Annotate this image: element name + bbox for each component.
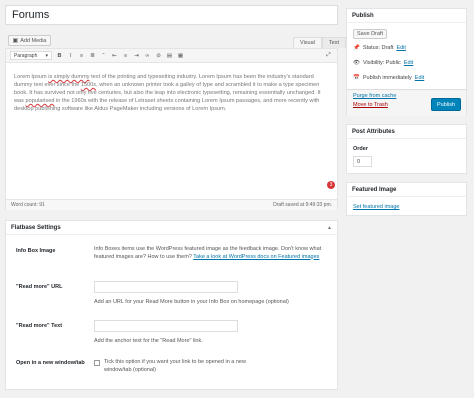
edit-schedule-link[interactable]: Edit [415, 75, 424, 81]
read-more-text-help: Add the anchor text for the "Read More" … [94, 338, 203, 344]
bullet-list-icon[interactable]: ≡ [78, 53, 85, 59]
numbered-list-icon[interactable]: ≣ [89, 53, 96, 59]
new-window-checkbox[interactable] [94, 360, 100, 366]
more-tag-icon[interactable]: ▤ [166, 53, 173, 59]
content-text: Lorem Ipsum [14, 74, 49, 80]
post-title-input[interactable]: Forums [5, 5, 338, 25]
word-count: Word count: 91 [11, 202, 45, 208]
featured-image-header: Featured Image [347, 183, 466, 197]
read-more-url-label: "Read more" URL [16, 284, 63, 290]
format-select[interactable]: Paragraph ▾ [10, 51, 52, 60]
read-more-url-input[interactable] [94, 281, 238, 293]
publish-panel: Publish Save Draft 📌 Status: Draft Edit … [346, 8, 467, 116]
spelling-error[interactable]: 1500s [81, 82, 96, 88]
order-input[interactable]: 0 [353, 156, 372, 167]
featured-images-docs-link[interactable]: Take a look at WordPress docs on Feature… [193, 254, 319, 260]
quote-icon[interactable]: “ [100, 53, 107, 59]
schedule-label: Publish immediately [362, 75, 412, 81]
status-label: Status: Draft [362, 45, 394, 51]
flatbase-settings-panel: Flatbase Settings ▲ Info Box Image Info … [5, 220, 338, 390]
visibility-row: 👁 Visibility: Public Edit [353, 60, 413, 66]
chevron-down-icon: ▾ [45, 52, 48, 59]
edit-visibility-link[interactable]: Edit [404, 60, 413, 66]
align-center-icon[interactable]: ≡ [122, 53, 129, 59]
editor-toolbar: Paragraph ▾ B I ≡ ≣ “ ⇤ ≡ ⇥ ∞ ⊘ ▤ ▦ ⤢ [6, 49, 337, 63]
pin-icon: 📌 [353, 45, 360, 51]
align-right-icon[interactable]: ⇥ [133, 53, 140, 59]
align-left-icon[interactable]: ⇤ [111, 53, 118, 59]
editor: Paragraph ▾ B I ≡ ≣ “ ⇤ ≡ ⇥ ∞ ⊘ ▤ ▦ ⤢ Lo… [5, 48, 338, 210]
editor-status-bar: Word count: 91 Draft saved at 9:49:33 pm… [6, 199, 337, 210]
spelling-error[interactable]: is simply dummy [48, 74, 89, 80]
read-more-url-help: Add an URL for your Read More button in … [94, 299, 289, 305]
save-draft-button[interactable]: Save Draft [353, 29, 387, 39]
read-more-text-label: "Read more" Text [16, 323, 63, 329]
edit-status-link[interactable]: Edit [396, 45, 405, 51]
link-icon[interactable]: ∞ [144, 53, 151, 59]
format-select-value: Paragraph [14, 52, 38, 59]
fullscreen-icon[interactable]: ⤢ [325, 52, 332, 59]
new-window-help: Tick this option if you want your link t… [104, 359, 246, 373]
add-media-button[interactable]: ▣ Add Media [8, 35, 51, 46]
move-to-trash-link[interactable]: Move to Trash [353, 102, 388, 108]
collapse-icon[interactable]: ▲ [327, 225, 332, 231]
toolbar-toggle-icon[interactable]: ▦ [177, 53, 184, 59]
flatbase-settings-title: Flatbase Settings [11, 224, 61, 231]
spellcheck-badge[interactable]: 3 [327, 181, 335, 189]
featured-image-panel: Featured Image Set featured image [346, 182, 467, 216]
editor-content[interactable]: Lorem Ipsum is simply dummy text of the … [14, 73, 332, 113]
eye-icon: 👁 [353, 60, 360, 66]
spelling-error[interactable]: popularised [26, 98, 55, 104]
flatbase-settings-header: Flatbase Settings ▲ [6, 221, 337, 235]
tab-text[interactable]: Text [321, 37, 346, 48]
media-icon: ▣ [12, 38, 19, 44]
publish-header: Publish [347, 9, 466, 23]
schedule-row: 📅 Publish immediately Edit [353, 75, 424, 81]
purge-cache-link[interactable]: Purge from cache [353, 93, 396, 99]
unlink-icon[interactable]: ⊘ [155, 53, 162, 59]
set-featured-image-link[interactable]: Set featured image [353, 204, 399, 210]
italic-icon[interactable]: I [67, 53, 74, 59]
status-row: 📌 Status: Draft Edit [353, 45, 406, 51]
info-box-label: Info Box Image [16, 248, 56, 254]
info-box-description: Info Boxes items use the WordPress featu… [94, 246, 334, 261]
visibility-label: Visibility: Public [362, 60, 401, 66]
draft-saved: Draft saved at 9:49:33 pm. [273, 202, 332, 208]
read-more-text-input[interactable] [94, 320, 238, 332]
order-label: Order [353, 146, 368, 152]
publish-actions: Purge from cache Move to Trash Publish [347, 89, 466, 116]
bold-icon[interactable]: B [56, 53, 63, 59]
content-text: in the 1960s with the release of Letrase… [14, 98, 320, 112]
post-attributes-panel: Post Attributes Order 0 [346, 124, 467, 174]
editor-tabs: Visual Text [293, 37, 346, 48]
add-media-label: Add Media [20, 37, 47, 44]
post-attributes-header: Post Attributes [347, 125, 466, 139]
publish-button[interactable]: Publish [431, 98, 461, 111]
new-window-label: Open in a new window/tab [16, 360, 85, 366]
tab-visual[interactable]: Visual [293, 37, 322, 48]
calendar-icon: 📅 [353, 75, 360, 81]
